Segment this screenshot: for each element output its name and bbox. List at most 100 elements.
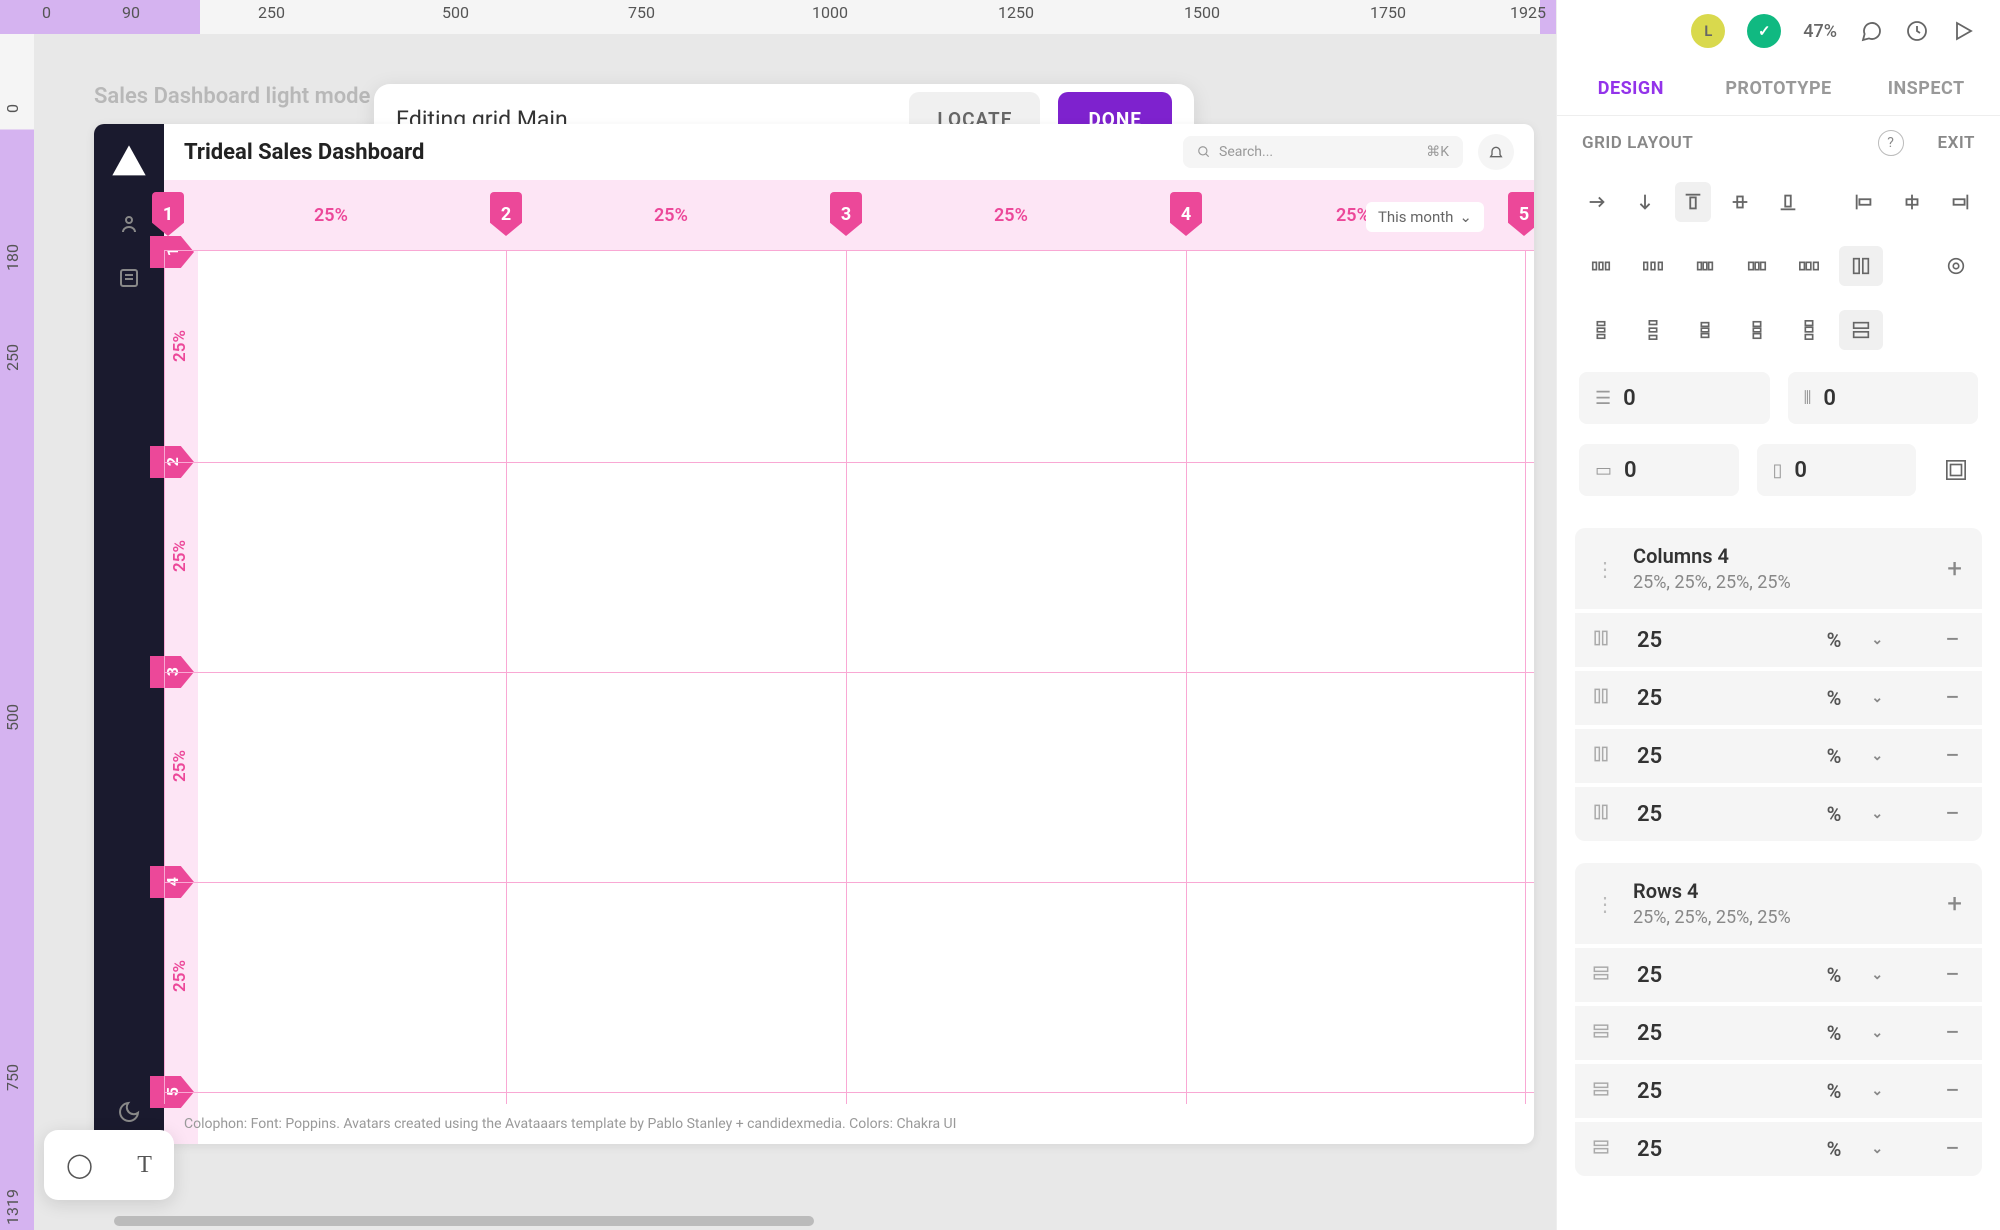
history-icon[interactable]	[1905, 19, 1929, 43]
track-unit[interactable]: %⌄	[1819, 802, 1924, 826]
dist-h-1-icon[interactable]	[1579, 246, 1623, 286]
tab-prototype[interactable]: PROTOTYPE	[1705, 62, 1853, 115]
track-value[interactable]: 25	[1627, 1137, 1803, 1162]
dist-v-3-icon[interactable]	[1683, 310, 1727, 350]
month-filter[interactable]: This month⌄	[1366, 202, 1484, 232]
dist-h-3-icon[interactable]	[1683, 246, 1727, 286]
remove-track-button[interactable]: −	[1939, 683, 1966, 713]
tab-inspect[interactable]: INSPECT	[1852, 62, 2000, 115]
track-value[interactable]: 25	[1627, 963, 1803, 988]
dist-v-5-icon[interactable]	[1787, 310, 1831, 350]
track-icon	[1591, 1137, 1611, 1161]
dist-h-stretch-icon[interactable]	[1839, 246, 1883, 286]
panel-tabs: DESIGN PROTOTYPE INSPECT	[1557, 62, 2000, 116]
track-unit[interactable]: %⌄	[1819, 744, 1924, 768]
dist-v-1-icon[interactable]	[1579, 310, 1623, 350]
track-value[interactable]: 25	[1627, 744, 1803, 769]
remove-track-button[interactable]: −	[1939, 799, 1966, 829]
direction-column-icon[interactable]	[1627, 182, 1663, 222]
track-value[interactable]: 25	[1627, 802, 1803, 827]
chevron-down-icon: ⌄	[1871, 967, 1883, 983]
drag-icon[interactable]: ⋮	[1595, 892, 1615, 916]
add-row-button[interactable]: +	[1947, 889, 1962, 919]
dist-h-2-icon[interactable]	[1631, 246, 1675, 286]
canvas-stage[interactable]: Sales Dashboard light mode Editing grid …	[34, 34, 1556, 1230]
direction-row	[1557, 170, 2000, 234]
user-icon[interactable]	[117, 212, 141, 236]
add-column-button[interactable]: +	[1947, 554, 1962, 584]
zoom-level[interactable]: 47%	[1803, 21, 1837, 42]
track-unit[interactable]: %⌄	[1819, 963, 1924, 987]
track-row: 25 %⌄−	[1575, 667, 1982, 725]
pad-vertical-input[interactable]: ▭ 0	[1579, 444, 1739, 496]
track-unit[interactable]: %⌄	[1819, 1021, 1924, 1045]
align-v-start-icon[interactable]	[1675, 182, 1711, 222]
track-value[interactable]: 25	[1627, 1079, 1803, 1104]
dist-v-4-icon[interactable]	[1735, 310, 1779, 350]
dist-v-2-icon[interactable]	[1631, 310, 1675, 350]
tab-design[interactable]: DESIGN	[1557, 62, 1705, 115]
gap-inputs: ☰ 0 ⦀ 0	[1557, 362, 2000, 434]
dist-h-4-icon[interactable]	[1735, 246, 1779, 286]
pad-h-icon: ▯	[1773, 460, 1783, 481]
chevron-down-icon: ⌄	[1871, 1025, 1883, 1041]
moon-icon[interactable]	[117, 1100, 141, 1124]
align-v-center-icon[interactable]	[1723, 182, 1759, 222]
dist-h-5-icon[interactable]	[1787, 246, 1831, 286]
comment-icon[interactable]	[1859, 19, 1883, 43]
track-unit[interactable]: %⌄	[1819, 1079, 1924, 1103]
align-h-center-icon[interactable]	[1894, 182, 1930, 222]
align-h-start-icon[interactable]	[1847, 182, 1883, 222]
pad-horizontal-input[interactable]: ▯ 0	[1757, 444, 1917, 496]
track-icon	[1591, 1021, 1611, 1045]
right-panel: L ✓ 47% DESIGN PROTOTYPE INSPECT GRID LA…	[1556, 0, 2000, 1230]
track-value[interactable]: 25	[1627, 1021, 1803, 1046]
ruler-left: 0 180 250 500 750 1319	[0, 34, 34, 1230]
sync-status-icon[interactable]: ✓	[1747, 14, 1781, 48]
search-input[interactable]: Search... ⌘K	[1183, 136, 1463, 168]
remove-track-button[interactable]: −	[1939, 1134, 1966, 1164]
col-gap-input[interactable]: ⦀ 0	[1788, 372, 1979, 424]
row-gap-input[interactable]: ☰ 0	[1579, 372, 1770, 424]
direction-row-icon[interactable]	[1579, 182, 1615, 222]
remove-track-button[interactable]: −	[1939, 1018, 1966, 1048]
remove-track-button[interactable]: −	[1939, 960, 1966, 990]
chevron-down-icon: ⌄	[1871, 1083, 1883, 1099]
remove-track-button[interactable]: −	[1939, 741, 1966, 771]
dist-v-stretch-icon[interactable]	[1839, 310, 1883, 350]
col-marker-4[interactable]: 4	[1170, 192, 1202, 236]
board-sidebar	[94, 124, 164, 1144]
track-unit[interactable]: %⌄	[1819, 628, 1924, 652]
track-value[interactable]: 25	[1627, 686, 1803, 711]
play-icon[interactable]	[1951, 19, 1975, 43]
col-marker-2[interactable]: 2	[490, 192, 522, 236]
track-row: 25 %⌄−	[1575, 1002, 1982, 1060]
grid-cells[interactable]	[164, 250, 1534, 1104]
horizontal-scrollbar[interactable]	[114, 1216, 814, 1226]
track-icon	[1591, 1079, 1611, 1103]
col-marker-3[interactable]: 3	[830, 192, 862, 236]
align-v-end-icon[interactable]	[1770, 182, 1806, 222]
board-title: Trideal Sales Dashboard	[184, 140, 1168, 165]
track-unit[interactable]: %⌄	[1819, 686, 1924, 710]
drag-icon[interactable]: ⋮	[1595, 557, 1615, 581]
shape-tool-icon[interactable]: ◯	[66, 1151, 93, 1179]
target-icon[interactable]	[1934, 246, 1978, 286]
user-avatar[interactable]: L	[1691, 14, 1725, 48]
help-icon[interactable]: ?	[1878, 130, 1904, 156]
track-unit[interactable]: %⌄	[1819, 1137, 1924, 1161]
col-marker-5[interactable]: 5	[1508, 192, 1534, 236]
text-tool-icon[interactable]: T	[137, 1152, 152, 1179]
dashboard-frame[interactable]: Trideal Sales Dashboard Search... ⌘K 1 2…	[94, 124, 1534, 1144]
expand-padding-icon[interactable]	[1934, 444, 1978, 496]
remove-track-button[interactable]: −	[1939, 625, 1966, 655]
track-value[interactable]: 25	[1627, 628, 1803, 653]
remove-track-button[interactable]: −	[1939, 1076, 1966, 1106]
chevron-down-icon: ⌄	[1871, 1141, 1883, 1157]
distribute-row	[1557, 234, 2000, 298]
bell-icon[interactable]	[1478, 134, 1514, 170]
align-h-end-icon[interactable]	[1942, 182, 1978, 222]
exit-button[interactable]: EXIT	[1938, 133, 1975, 153]
search-shortcut: ⌘K	[1426, 144, 1449, 160]
list-icon[interactable]	[117, 266, 141, 290]
